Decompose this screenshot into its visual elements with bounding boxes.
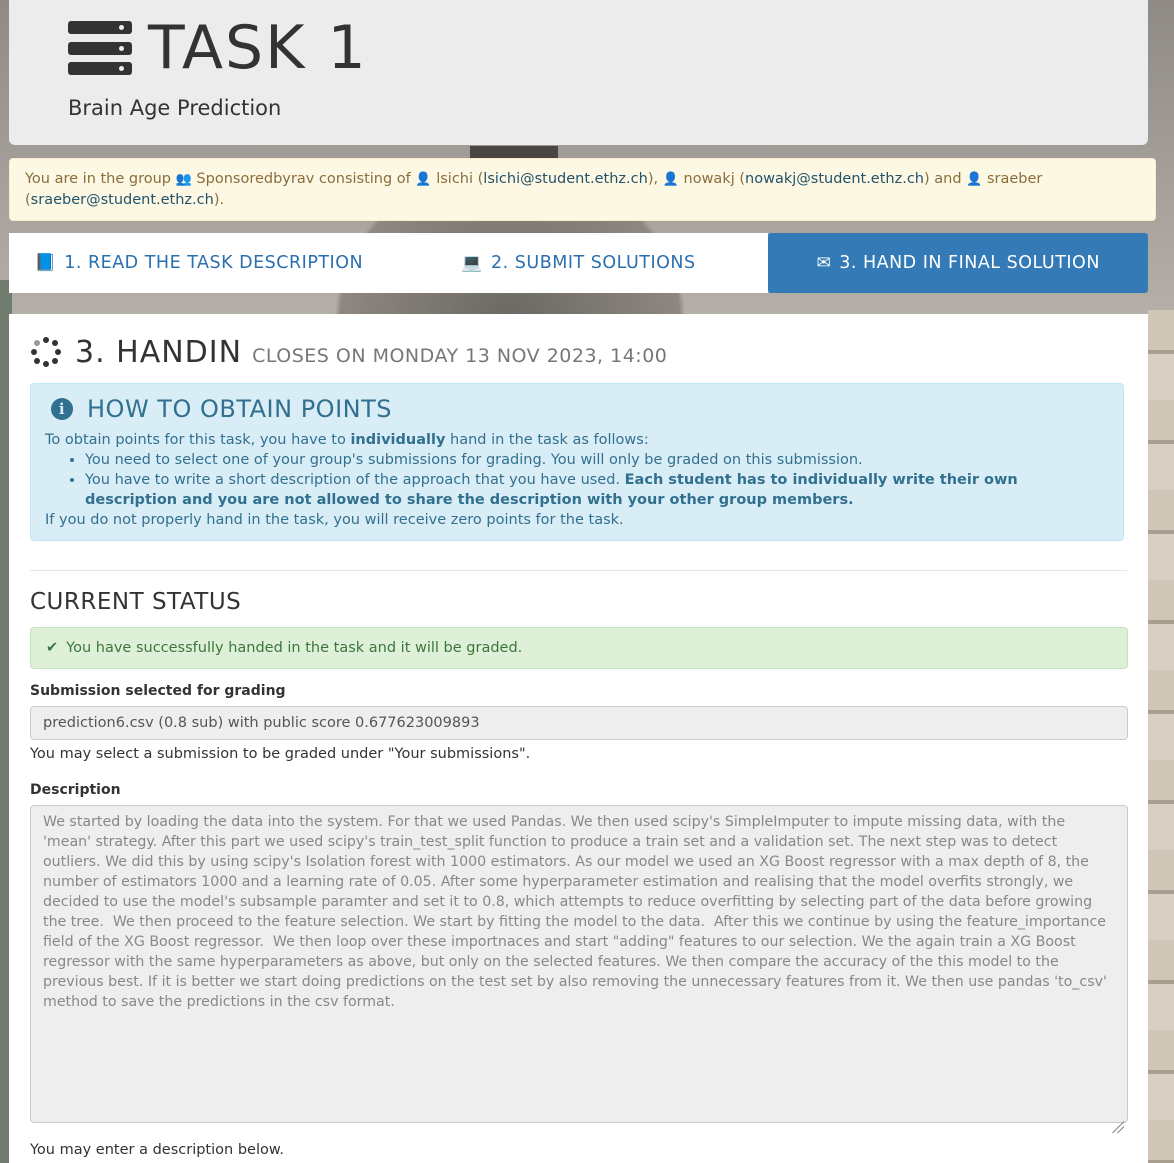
info-intro-post: hand in the task as follows:: [450, 432, 649, 448]
submission-select[interactable]: prediction6.csv (0.8 sub) with public sc…: [30, 706, 1128, 740]
info-intro: To obtain points for this task, you have…: [45, 430, 1109, 450]
info-heading-text: HOW TO OBTAIN POINTS: [87, 395, 392, 423]
group-consisting: consisting of: [318, 171, 411, 187]
member-name: sraeber: [986, 171, 1043, 187]
user-icon: 👤: [966, 172, 983, 187]
page-subtitle: Brain Age Prediction: [68, 96, 282, 120]
info-list: You need to select one of your group's s…: [45, 450, 1109, 510]
info-intro-bold: individually: [350, 432, 446, 448]
info-icon: i: [51, 398, 73, 420]
member-name: nowakj: [683, 171, 735, 187]
server-icon: [68, 21, 132, 75]
tab-label: 1. READ THE TASK DESCRIPTION: [64, 253, 364, 273]
group-and: and: [934, 171, 962, 187]
tab-label: 2. SUBMIT SOLUTIONS: [491, 253, 696, 273]
info-bullet: You need to select one of your group's s…: [85, 450, 1109, 470]
info-bullet: You have to write a short description of…: [85, 470, 1109, 510]
tab-submit-solutions[interactable]: 💻 2. SUBMIT SOLUTIONS: [388, 233, 769, 293]
member-email-link[interactable]: sraeber@student.ethz.ch: [31, 192, 214, 208]
handin-heading: 3. HANDIN: [75, 335, 243, 370]
how-to-obtain-points-box: i HOW TO OBTAIN POINTS To obtain points …: [30, 383, 1124, 541]
envelope-icon: ✉: [816, 253, 832, 273]
tab-read-description[interactable]: 📘 1. READ THE TASK DESCRIPTION: [9, 233, 389, 293]
group-name: Sponsoredbyrav: [196, 171, 315, 187]
handin-panel: 3. HANDIN CLOSES ON MONDAY 13 NOV 2023, …: [9, 314, 1148, 1163]
info-intro-pre: To obtain points for this task, you have…: [45, 432, 346, 448]
title-row: TASK 1: [68, 16, 368, 80]
tab-label: 3. HAND IN FINAL SOLUTION: [839, 253, 1100, 273]
info-heading: i HOW TO OBTAIN POINTS: [45, 395, 1109, 423]
info-footer: If you do not properly hand in the task,…: [45, 512, 624, 528]
member-email-link[interactable]: nowakj@student.ethz.ch: [745, 171, 924, 187]
laptop-icon: 💻: [461, 253, 484, 273]
member-email-link[interactable]: lsichi@student.ethz.ch: [483, 171, 648, 187]
page-header: TASK 1 Brain Age Prediction: [9, 0, 1148, 145]
member-name: lsichi: [436, 171, 474, 187]
description-label: Description: [30, 782, 121, 798]
resize-handle[interactable]: [1112, 1121, 1124, 1133]
user-icon: 👤: [415, 172, 432, 187]
handin-closes: CLOSES ON MONDAY 13 NOV 2023, 14:00: [252, 345, 668, 367]
spinner-icon: [31, 337, 61, 367]
divider: [30, 570, 1127, 571]
user-icon: 👤: [662, 172, 679, 187]
background-building-right: [1148, 310, 1174, 1163]
description-textarea[interactable]: We started by loading the data into the …: [30, 805, 1128, 1123]
task-tabs: 📘 1. READ THE TASK DESCRIPTION 💻 2. SUBM…: [9, 233, 1149, 293]
handin-title: 3. HANDIN CLOSES ON MONDAY 13 NOV 2023, …: [31, 332, 667, 370]
page-title: TASK 1: [148, 13, 368, 83]
success-alert: ✔ You have successfully handed in the ta…: [30, 627, 1128, 669]
users-icon: 👥: [175, 172, 192, 187]
description-help: You may enter a description below.: [30, 1142, 284, 1158]
check-icon: ✔: [46, 640, 59, 656]
submission-help: You may select a submission to be graded…: [30, 746, 531, 762]
group-alert: You are in the group 👥 Sponsoredbyrav co…: [9, 158, 1156, 221]
tab-hand-in-final[interactable]: ✉ 3. HAND IN FINAL SOLUTION: [768, 233, 1149, 293]
info-bullet2-text: You have to write a short description of…: [85, 472, 621, 488]
submission-label: Submission selected for grading: [30, 683, 286, 699]
group-prefix: You are in the group: [25, 171, 172, 187]
success-message: You have successfully handed in the task…: [66, 640, 523, 656]
current-status-heading: CURRENT STATUS: [30, 589, 242, 615]
book-icon: 📘: [34, 253, 57, 273]
